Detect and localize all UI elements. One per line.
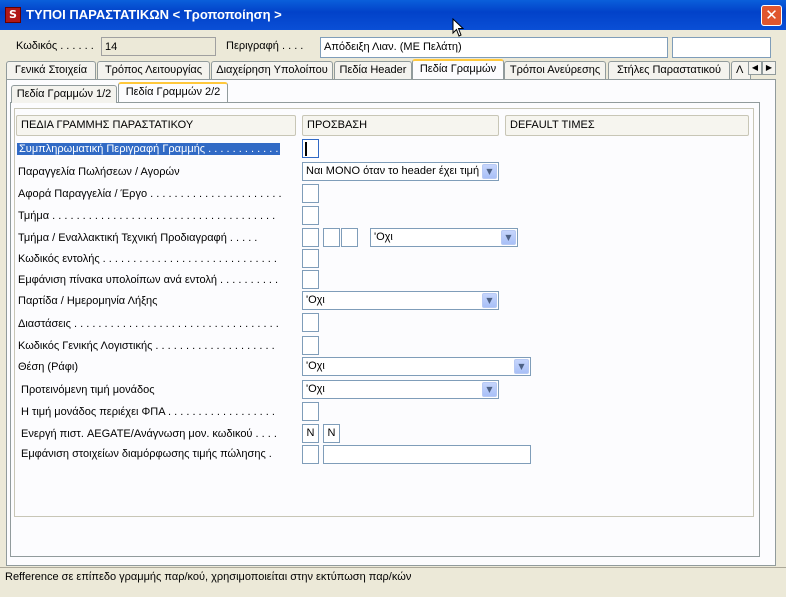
tab-scroll-right-icon[interactable]: ▶ xyxy=(762,61,776,75)
extra-field[interactable] xyxy=(672,37,771,58)
row-label-balance-table: Εμφάνιση πίνακα υπολοίπων ανά εντολή . .… xyxy=(18,274,279,286)
chevron-down-icon[interactable]: ▼ xyxy=(482,293,497,308)
row-label-gl-code: Κωδικός Γενικής Λογιστικής . . . . . . .… xyxy=(18,340,275,352)
subtab-line-fields-2[interactable]: Πεδία Γραμμών 2/2 xyxy=(118,82,228,102)
column-header-access: ΠΡΟΣΒΑΣΗ xyxy=(302,115,499,136)
close-button[interactable]: ✕ xyxy=(761,5,782,26)
chevron-down-icon[interactable]: ▼ xyxy=(501,230,516,245)
row-label-dimensions: Διαστάσεις . . . . . . . . . . . . . . .… xyxy=(18,318,279,330)
access-aegate-2[interactable]: N xyxy=(323,424,340,443)
combo-sales-purchase-order[interactable]: Ναι ΜΟΝΟ όταν το header έχει τιμή ▼ xyxy=(302,162,499,181)
tab-scroll-left-icon[interactable]: ◀ xyxy=(748,61,762,75)
combo-shelf-position[interactable]: 'Οχι ▼ xyxy=(302,357,531,376)
row-label-supplementary-description[interactable]: Συμπληρωματική Περιγραφή Γραμμής . . . .… xyxy=(17,143,281,155)
row-label-department: Τμήμα . . . . . . . . . . . . . . . . . … xyxy=(18,210,276,222)
row-label-shelf-position: Θέση (Ράφι) xyxy=(18,361,79,373)
tab-search-methods[interactable]: Τρόποι Ανεύρεσης xyxy=(504,61,606,79)
row-label-order-project: Αφορά Παραγγελία / Έργο . . . . . . . . … xyxy=(18,188,282,200)
tab-line-fields[interactable]: Πεδία Γραμμών xyxy=(412,59,504,79)
tab-general[interactable]: Γενικά Στοιχεία xyxy=(6,61,96,79)
price-formation-text[interactable] xyxy=(323,445,531,464)
column-header-defaults: DEFAULT ΤΙΜΕΣ xyxy=(505,115,749,136)
access-dimensions[interactable] xyxy=(302,313,319,332)
tab-document-columns[interactable]: Στήλες Παραστατικού xyxy=(608,61,730,79)
access-balance-table[interactable] xyxy=(302,270,319,289)
text-caret xyxy=(305,142,307,156)
access-department[interactable] xyxy=(302,206,319,225)
combo-value: 'Οχι xyxy=(306,383,325,395)
combo-batch-expiry[interactable]: 'Οχι ▼ xyxy=(302,291,499,310)
access-gl-code[interactable] xyxy=(302,336,319,355)
access-dept-alt-spec-2[interactable] xyxy=(323,228,340,247)
access-dept-alt-spec-3[interactable] xyxy=(341,228,358,247)
row-label-price-formation: Εμφάνιση στοιχείων διαμόρφωσης τιμής πώλ… xyxy=(21,448,272,460)
combo-value: Ναι ΜΟΝΟ όταν το header έχει τιμή xyxy=(306,165,480,177)
combo-dept-alt-spec[interactable]: 'Οχι ▼ xyxy=(370,228,518,247)
mouse-cursor-icon xyxy=(452,18,464,37)
tab-balance[interactable]: Διαχείρηση Υπολοίπου xyxy=(211,61,333,79)
app-icon: S xyxy=(5,7,21,23)
chevron-down-icon[interactable]: ▼ xyxy=(482,164,497,179)
access-aegate[interactable]: N xyxy=(302,424,319,443)
description-field[interactable]: Απόδειξη Λιαν. (ΜΕ Πελάτη) xyxy=(320,37,668,58)
row-label-aegate: Ενεργή πιστ. AEGATE/Ανάγνωση μον. κωδικο… xyxy=(21,428,277,440)
row-label-dept-alt-spec: Τμήμα / Εναλλακτική Τεχνική Προδιαγραφή … xyxy=(18,232,258,244)
row-label-sales-purchase-order: Παραγγελία Πωλήσεων / Αγορών xyxy=(18,166,180,178)
combo-value: 'Οχι xyxy=(374,231,393,243)
code-label: Κωδικός . . . . . . xyxy=(16,40,94,52)
row-label-suggested-unit-price: Προτεινόμενη τιμή μονάδος xyxy=(21,384,155,396)
code-field[interactable]: 14 xyxy=(101,37,216,56)
access-price-formation[interactable] xyxy=(302,445,319,464)
description-label: Περιγραφή . . . . xyxy=(226,40,304,52)
access-order-code[interactable] xyxy=(302,249,319,268)
row-label-price-includes-vat: Η τιμή μονάδος περιέχει ΦΠΑ . . . . . . … xyxy=(21,406,275,418)
combo-suggested-unit-price[interactable]: 'Οχι ▼ xyxy=(302,380,499,399)
tab-header-fields[interactable]: Πεδία Header xyxy=(334,61,412,79)
status-bar: Refference σε επίπεδο γραμμής παρ/κού, χ… xyxy=(0,567,786,597)
chevron-down-icon[interactable]: ▼ xyxy=(514,359,529,374)
combo-value: 'Οχι xyxy=(306,360,325,372)
window-title: ΤΥΠΟΙ ΠΑΡΑΣΤΑΤΙΚΩΝ < Τροποποίηση > xyxy=(26,7,282,22)
tab-operation[interactable]: Τρόπος Λειτουργίας xyxy=(97,61,210,79)
row-label-order-code: Κωδικός εντολής . . . . . . . . . . . . … xyxy=(18,253,277,265)
access-order-project[interactable] xyxy=(302,184,319,203)
chevron-down-icon[interactable]: ▼ xyxy=(482,382,497,397)
row-label-batch-expiry: Παρτίδα / Ημερομηνία Λήξης xyxy=(18,295,158,307)
access-dept-alt-spec[interactable] xyxy=(302,228,319,247)
access-price-includes-vat[interactable] xyxy=(302,402,319,421)
title-bar: S ΤΥΠΟΙ ΠΑΡΑΣΤΑΤΙΚΩΝ < Τροποποίηση > ✕ xyxy=(0,0,786,30)
subtab-line-fields-1[interactable]: Πεδία Γραμμών 1/2 xyxy=(11,85,117,103)
column-header-field: ΠΕΔΙΑ ΓΡΑΜΜΗΣ ΠΑΡΑΣΤΑΤΙΚΟΥ xyxy=(16,115,296,136)
combo-value: 'Οχι xyxy=(306,294,325,306)
